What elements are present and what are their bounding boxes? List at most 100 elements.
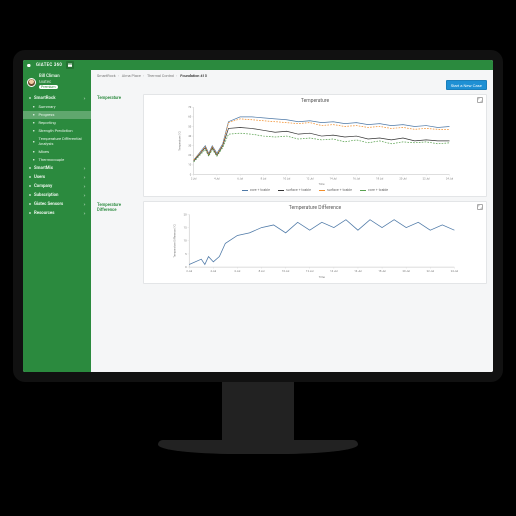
temperature-chart-card: Temperature 0102030405060702 Jul4 Jul6 J… bbox=[143, 94, 487, 197]
svg-text:20: 20 bbox=[184, 212, 188, 216]
body: Bill Climan Giatec Premium SmartRockSumm… bbox=[23, 70, 493, 372]
company-icon bbox=[28, 184, 32, 188]
nav-item-temperature-differential-analysis[interactable]: Temperature Differential Analysis bbox=[23, 135, 91, 148]
svg-text:2 Jul: 2 Jul bbox=[191, 176, 197, 180]
avatar bbox=[27, 78, 36, 87]
main-content: SmartRock› Alma Place› Thermal Control› … bbox=[91, 70, 493, 372]
svg-text:10 Jul: 10 Jul bbox=[282, 269, 290, 273]
difference-row: Temperature Difference Temperature Diffe… bbox=[91, 197, 493, 284]
menu-toggle-button[interactable] bbox=[66, 61, 74, 69]
temperature-legend: core + tcable surface + tcable surface + t… bbox=[148, 188, 482, 192]
svg-text:18 Jul: 18 Jul bbox=[376, 176, 383, 180]
svg-text:Time: Time bbox=[319, 182, 325, 186]
thermocouple-icon bbox=[32, 158, 36, 162]
monitor-bezel: GIATEC 360 Bill Climan Giatec Premium Sm… bbox=[13, 50, 503, 382]
nav-heading-users[interactable]: Users bbox=[23, 173, 91, 182]
nav-item-progress[interactable]: Progress bbox=[23, 111, 91, 119]
temperature-row: Temperature Temperature 0102030405060702… bbox=[91, 90, 493, 197]
mixes-icon bbox=[32, 150, 36, 154]
nav-heading-company[interactable]: Company bbox=[23, 182, 91, 191]
svg-text:6 Jul: 6 Jul bbox=[234, 269, 240, 273]
temperature-icon bbox=[32, 139, 36, 143]
nav-heading-smartmix[interactable]: SmartMix bbox=[23, 164, 91, 173]
nav-heading-smartrock[interactable]: SmartRock bbox=[23, 94, 91, 103]
svg-text:70: 70 bbox=[188, 105, 191, 109]
hamburger-icon bbox=[68, 65, 72, 66]
svg-text:22 Jul: 22 Jul bbox=[423, 176, 430, 180]
monitor-mockup: GIATEC 360 Bill Climan Giatec Premium Sm… bbox=[13, 50, 503, 454]
svg-text:60: 60 bbox=[188, 115, 191, 119]
expand-icon[interactable] bbox=[477, 204, 483, 210]
svg-text:14 Jul: 14 Jul bbox=[330, 269, 338, 273]
billing-icon bbox=[28, 193, 32, 197]
nav-item-mixes[interactable]: Mixes bbox=[23, 148, 91, 156]
legend-item: core + tcable bbox=[242, 188, 270, 192]
legend-item: surface + tcable bbox=[278, 188, 311, 192]
svg-text:10: 10 bbox=[188, 163, 191, 167]
svg-text:2 Jul: 2 Jul bbox=[186, 269, 192, 273]
sensors-icon bbox=[28, 202, 32, 206]
svg-text:14 Jul: 14 Jul bbox=[330, 176, 337, 180]
legend-item: surface + tcable bbox=[319, 188, 352, 192]
overview-icon bbox=[32, 105, 36, 109]
legend-item: core + tcable bbox=[360, 188, 388, 192]
new-case-button[interactable]: Start a New Case bbox=[446, 80, 487, 90]
user-block[interactable]: Bill Climan Giatec Premium bbox=[23, 73, 91, 94]
svg-text:24 Jul: 24 Jul bbox=[446, 176, 453, 180]
svg-text:12 Jul: 12 Jul bbox=[306, 176, 313, 180]
svg-text:12 Jul: 12 Jul bbox=[306, 269, 314, 273]
svg-text:10: 10 bbox=[184, 239, 188, 243]
svg-text:15: 15 bbox=[184, 225, 188, 229]
difference-chart[interactable]: 0 5 10 15 20 2 Jul 4 Jul 6 Jul 8 Jul 10 Jul 12 Jul… bbox=[148, 211, 482, 279]
reporting-icon bbox=[32, 121, 36, 125]
user-role-badge: Premium bbox=[39, 85, 58, 89]
svg-text:10 Jul: 10 Jul bbox=[283, 176, 290, 180]
sidebar: Bill Climan Giatec Premium SmartRockSumm… bbox=[23, 70, 91, 372]
nav-heading-resources[interactable]: Resources bbox=[23, 209, 91, 218]
monitor-stand-base bbox=[158, 440, 358, 454]
mix-icon bbox=[28, 166, 32, 170]
brand-name: GIATEC 360 bbox=[36, 63, 62, 68]
page-actions: Start a New Case bbox=[91, 78, 493, 90]
svg-text:40: 40 bbox=[188, 134, 191, 138]
nav-heading-subscription[interactable]: Subscription bbox=[23, 191, 91, 200]
nav-item-summary[interactable]: Summary bbox=[23, 103, 91, 111]
nav-item-strength-prediction[interactable]: Strength Prediction bbox=[23, 127, 91, 135]
svg-text:20 Jul: 20 Jul bbox=[399, 176, 406, 180]
resources-icon bbox=[28, 211, 32, 215]
svg-text:22 Jul: 22 Jul bbox=[427, 269, 435, 273]
progress-icon bbox=[32, 113, 36, 117]
svg-text:30: 30 bbox=[188, 144, 191, 148]
svg-text:18 Jul: 18 Jul bbox=[378, 269, 386, 273]
breadcrumb: SmartRock› Alma Place› Thermal Control› … bbox=[91, 70, 493, 78]
svg-text:4 Jul: 4 Jul bbox=[214, 176, 220, 180]
svg-text:0: 0 bbox=[185, 265, 187, 269]
expand-icon[interactable] bbox=[477, 97, 483, 103]
panel-label-temperature: Temperature bbox=[97, 94, 139, 197]
nav-item-thermocouple[interactable]: Thermocouple bbox=[23, 156, 91, 164]
project-icon bbox=[28, 96, 32, 100]
svg-text:5: 5 bbox=[185, 252, 187, 256]
topbar: GIATEC 360 bbox=[23, 60, 493, 70]
strength-icon bbox=[32, 129, 36, 133]
svg-text:6 Jul: 6 Jul bbox=[237, 176, 243, 180]
svg-text:20 Jul: 20 Jul bbox=[402, 269, 410, 273]
svg-text:Temperature Difference (°C): Temperature Difference (°C) bbox=[173, 224, 177, 258]
svg-text:8 Jul: 8 Jul bbox=[259, 269, 265, 273]
users-icon bbox=[28, 175, 32, 179]
svg-text:16 Jul: 16 Jul bbox=[354, 269, 362, 273]
svg-text:4 Jul: 4 Jul bbox=[210, 269, 216, 273]
panel-label-difference: Temperature Difference bbox=[97, 201, 139, 284]
svg-text:0: 0 bbox=[190, 172, 192, 176]
svg-text:Temperature (°C): Temperature (°C) bbox=[178, 131, 182, 151]
temperature-chart[interactable]: 0102030405060702 Jul4 Jul6 Jul8 Jul10 Ju… bbox=[148, 104, 482, 186]
svg-text:24 Jul: 24 Jul bbox=[451, 269, 459, 273]
nav-item-reporting[interactable]: Reporting bbox=[23, 119, 91, 127]
monitor-stand-neck bbox=[222, 382, 294, 440]
svg-text:16 Jul: 16 Jul bbox=[353, 176, 360, 180]
user-company: Giatec bbox=[39, 80, 60, 85]
nav-heading-giatec-sensors[interactable]: Giatec Sensors bbox=[23, 200, 91, 209]
svg-text:20: 20 bbox=[188, 153, 191, 157]
svg-text:Time: Time bbox=[319, 275, 326, 279]
difference-chart-card: Temperature Difference 051015202 Jul4 Ju… bbox=[143, 201, 487, 284]
